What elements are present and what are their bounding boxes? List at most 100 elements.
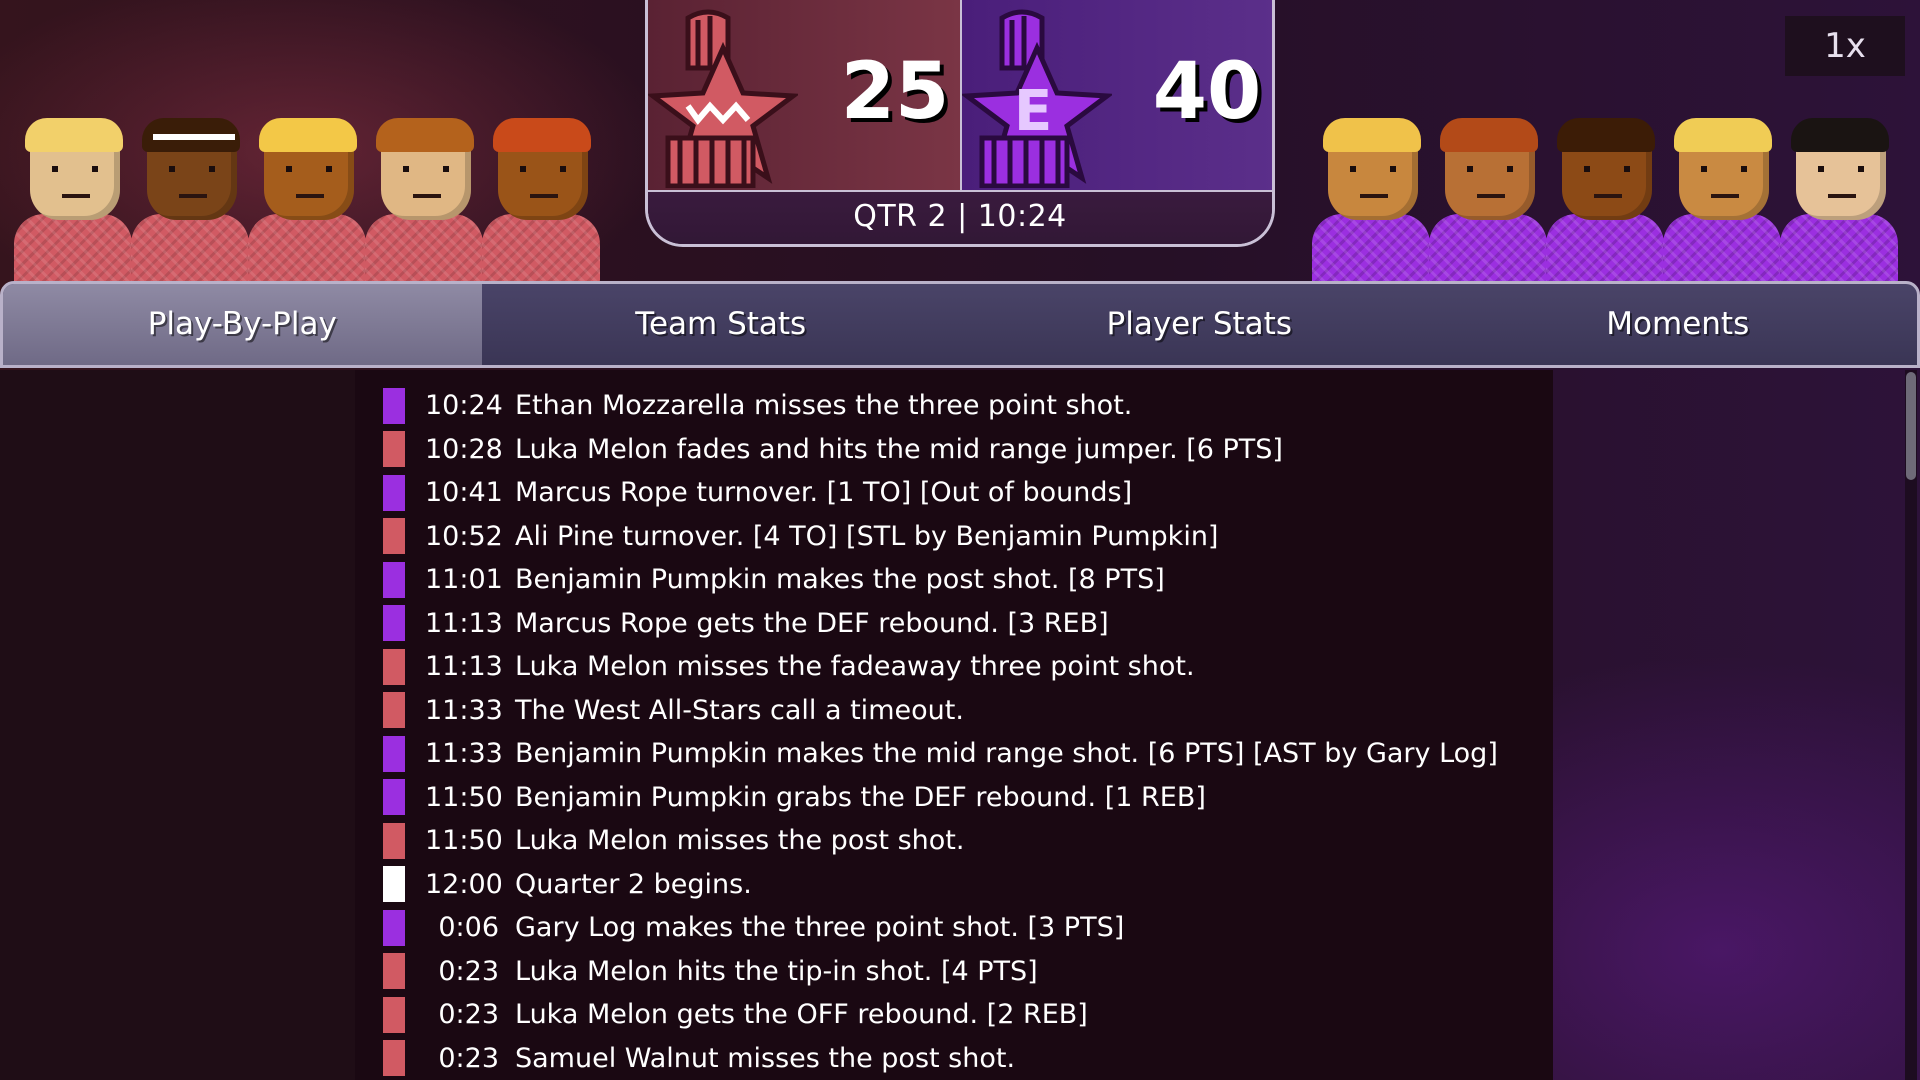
team-color-marker: [383, 431, 405, 467]
play-time: 11:13: [425, 607, 503, 639]
play-time: 0:23: [438, 999, 499, 1030]
player-mouth: [1594, 194, 1622, 198]
play-time: 11:33: [425, 738, 503, 769]
play-row: 11:50 Benjamin Pumpkin grabs the DEF rebo…: [383, 776, 1206, 819]
player-jersey: [14, 214, 132, 284]
team-color-marker: [383, 909, 405, 946]
team-color-marker: [383, 996, 405, 1033]
west-score: 25: [840, 47, 950, 137]
player-eye: [1584, 166, 1590, 172]
play-description: Benjamin Pumpkin makes the post shot. [8…: [515, 564, 1165, 595]
play-time: 0:23: [438, 1042, 499, 1074]
play-description: Marcus Rope gets the DEF rebound. [3 REB…: [515, 607, 1109, 639]
sim-speed-button[interactable]: 1x: [1785, 16, 1905, 76]
player-eye: [169, 166, 175, 172]
tab-player-stats[interactable]: Player Stats: [960, 284, 1439, 365]
play-time: 10:24: [425, 390, 503, 421]
play-description: Quarter 2 begins.: [515, 868, 752, 900]
team-color-marker: [383, 822, 405, 859]
play-description: Luka Melon hits the tip-in shot. [4 PTS]: [515, 955, 1038, 987]
east-player-4: [1659, 110, 1781, 284]
west-team-lineup: [10, 110, 600, 284]
team-color-marker: [383, 735, 405, 772]
player-jersey: [248, 214, 366, 284]
player-eye: [209, 166, 215, 172]
player-eye: [1390, 166, 1396, 172]
player-mouth: [1711, 194, 1739, 198]
game-clock: QTR 2 | 10:24: [648, 190, 1272, 244]
team-color-marker: [383, 779, 405, 815]
tab-team-stats[interactable]: Team Stats: [482, 284, 961, 365]
play-row: 11:50 Luka Melon misses the post shot.: [383, 819, 964, 862]
player-jersey: [1312, 214, 1430, 284]
team-color-marker: [383, 518, 405, 554]
west-player-2: [127, 110, 249, 284]
player-hair: [1323, 118, 1421, 152]
play-row: 10:41 Marcus Rope turnover. [1 TO] [Out o…: [383, 471, 1132, 514]
team-color-marker: [383, 474, 405, 511]
play-row: 12:00 Quarter 2 begins.: [383, 863, 752, 906]
player-eye: [1741, 166, 1747, 172]
player-eye: [560, 166, 566, 172]
play-time: 11:01: [425, 564, 503, 595]
player-jersey: [1780, 214, 1898, 284]
play-description: Luka Melon misses the fadeaway three poi…: [515, 651, 1195, 682]
play-row: 11:01 Benjamin Pumpkin makes the post sho…: [383, 558, 1165, 601]
play-row: 0:23 Samuel Walnut misses the post shot.: [383, 1037, 1015, 1080]
play-description: The West All-Stars call a timeout.: [515, 694, 964, 726]
team-color-marker: [383, 387, 405, 424]
play-description: Benjamin Pumpkin grabs the DEF rebound. …: [515, 781, 1206, 813]
play-time: 10:28: [425, 433, 503, 465]
player-eye: [1701, 166, 1707, 172]
west-player-3: [244, 110, 366, 284]
play-description: Luka Melon misses the post shot.: [515, 825, 965, 856]
east-score: 40: [1152, 47, 1262, 137]
west-star-logo-icon: [648, 9, 798, 188]
west-player-4: [361, 110, 483, 284]
player-eye: [403, 166, 409, 172]
feed-scrollbar-thumb[interactable]: [1906, 372, 1916, 480]
play-description: Benjamin Pumpkin makes the mid range sho…: [515, 738, 1498, 769]
play-row: 11:13 Marcus Rope gets the DEF rebound. […: [383, 602, 1109, 645]
play-row: 10:24 Ethan Mozzarella misses the three p…: [383, 384, 1132, 427]
play-by-play-feed: 10:24 Ethan Mozzarella misses the three p…: [355, 370, 1553, 1080]
player-eye: [1467, 166, 1473, 172]
team-color-marker: [383, 1040, 405, 1076]
player-jersey: [1663, 214, 1781, 284]
east-player-2: [1425, 110, 1547, 284]
player-eye: [52, 166, 58, 172]
player-eye: [326, 166, 332, 172]
player-mouth: [1828, 194, 1856, 198]
play-description: Marcus Rope turnover. [1 TO] [Out of bou…: [515, 477, 1133, 508]
play-time: 0:06: [438, 912, 499, 943]
player-mouth: [62, 194, 90, 198]
tab-moments[interactable]: Moments: [1439, 284, 1918, 365]
play-row: 10:52 Ali Pine turnover. [4 TO] [STL by B…: [383, 515, 1218, 558]
player-hair: [1440, 118, 1538, 152]
player-jersey: [365, 214, 483, 284]
play-row: 0:06 Gary Log makes the three point shot.…: [383, 906, 1124, 949]
player-eye: [1350, 166, 1356, 172]
player-eye: [1624, 166, 1630, 172]
east-star-logo-icon: E: [962, 9, 1112, 188]
tab-play-by-play[interactable]: Play-By-Play: [3, 284, 482, 365]
play-row: 11:13 Luka Melon misses the fadeaway thre…: [383, 645, 1195, 688]
play-time: 0:23: [438, 955, 499, 987]
player-hair: [259, 118, 357, 152]
play-time: 11:50: [425, 781, 503, 813]
play-description: Luka Melon fades and hits the mid range …: [515, 433, 1283, 465]
play-row: 0:23 Luka Melon hits the tip-in shot. [4 …: [383, 950, 1038, 993]
player-eye: [1858, 166, 1864, 172]
player-jersey: [482, 214, 600, 284]
play-description: Ethan Mozzarella misses the three point …: [515, 390, 1133, 421]
player-mouth: [1477, 194, 1505, 198]
player-hair: [25, 118, 123, 152]
player-hair: [1674, 118, 1772, 152]
player-mouth: [413, 194, 441, 198]
play-time: 11:33: [425, 694, 503, 726]
east-player-1: [1308, 110, 1430, 284]
player-mouth: [179, 194, 207, 198]
east-player-5: [1776, 110, 1898, 284]
play-time: 11:50: [425, 825, 503, 856]
team-color-marker: [383, 866, 405, 902]
